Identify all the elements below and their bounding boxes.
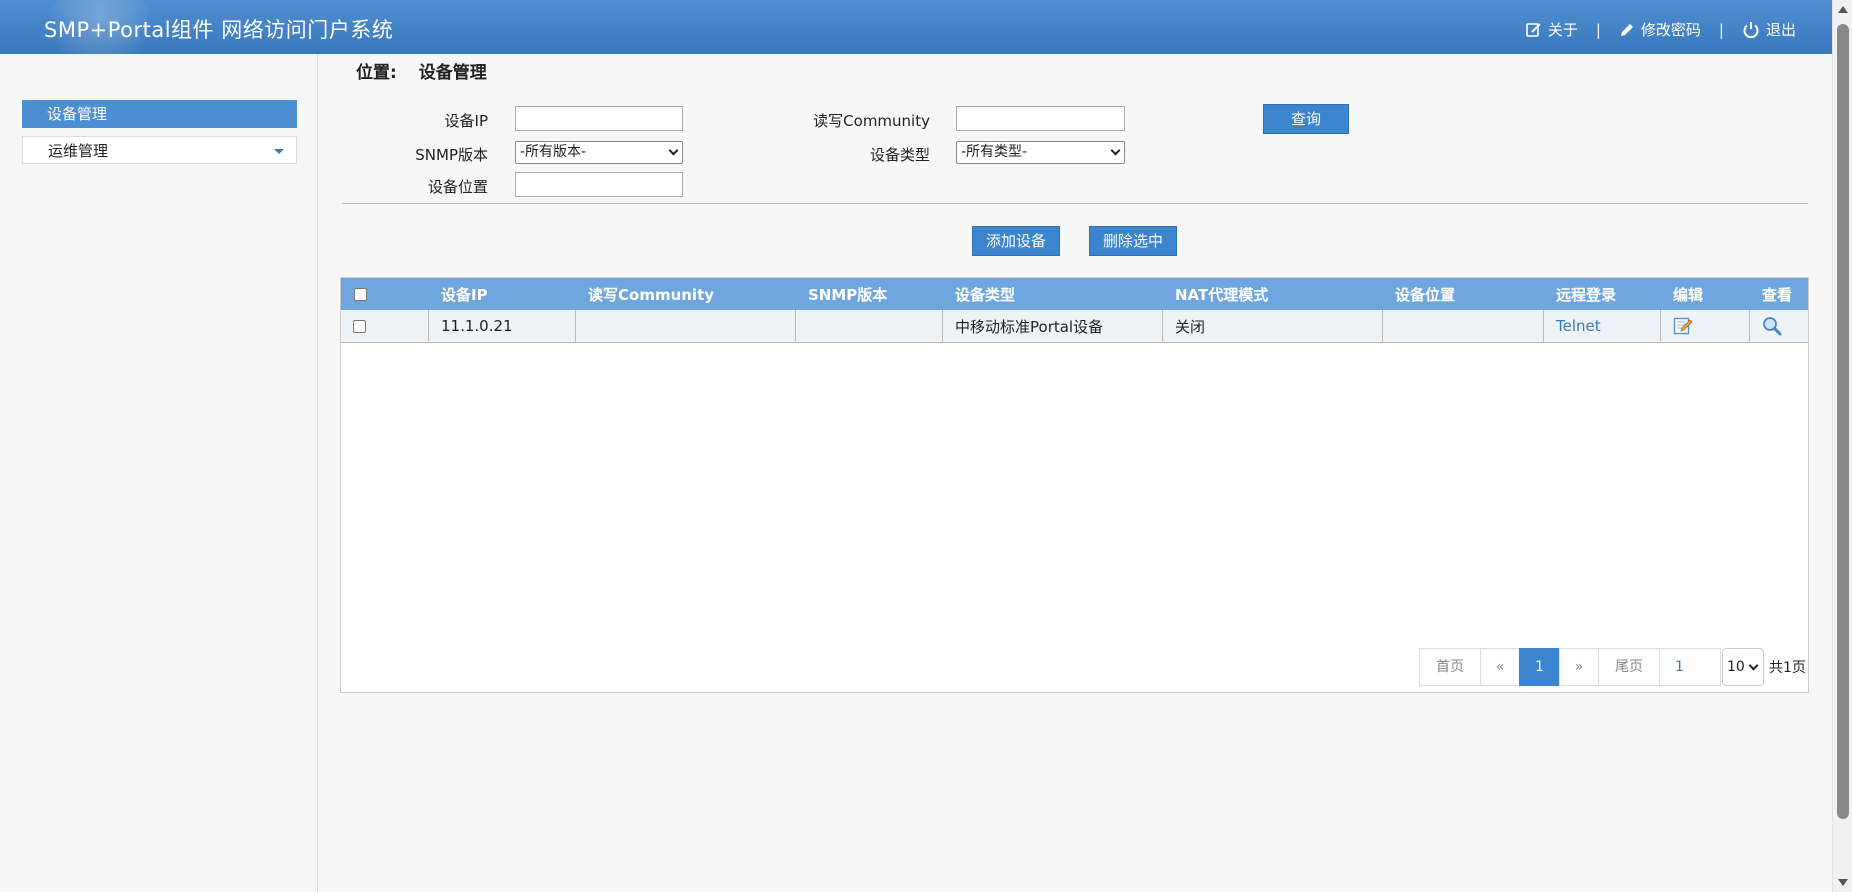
snmp-version-label: SNMP版本: [415, 146, 488, 164]
header-separator: |: [1718, 20, 1724, 39]
table-header: 设备IP 读写Community SNMP版本 设备类型 NAT代理模式 设备位…: [341, 278, 1808, 310]
page-size-value: 10: [1727, 659, 1745, 675]
page-number-input[interactable]: 1: [1659, 648, 1721, 686]
caret-down-icon: [274, 149, 284, 154]
cell-snmp: [796, 310, 943, 342]
header-links: 关于 | 修改密码 | 退出: [1526, 19, 1796, 40]
chevron-down-icon: [668, 145, 679, 156]
column-header-ip[interactable]: 设备IP: [429, 278, 576, 310]
sidebar-item-maintenance[interactable]: 运维管理: [22, 136, 297, 164]
community-input[interactable]: [956, 106, 1125, 131]
telnet-link[interactable]: Telnet: [1556, 317, 1601, 335]
current-page-button[interactable]: 1: [1519, 648, 1560, 686]
device-type-value: -所有类型-: [961, 144, 1028, 160]
chevron-down-icon: [1748, 660, 1759, 671]
breadcrumb: 位置: 设备管理: [356, 58, 487, 83]
column-header-remote: 远程登录: [1556, 285, 1617, 304]
column-header-view: 查看: [1762, 285, 1793, 304]
total-pages: 共1页: [1769, 660, 1806, 676]
pencil-icon: [1620, 23, 1633, 36]
breadcrumb-current: 设备管理: [418, 63, 487, 83]
column-header-type[interactable]: 设备类型: [943, 278, 1163, 310]
power-icon: [1743, 21, 1759, 38]
cell-community: [576, 310, 796, 342]
logout-label: 退出: [1765, 21, 1796, 39]
next-page-button[interactable]: »: [1559, 648, 1599, 686]
chevron-down-icon: [1110, 145, 1121, 156]
scroll-thumb[interactable]: [1837, 24, 1849, 819]
column-header-location[interactable]: 设备位置: [1383, 278, 1544, 310]
about-link[interactable]: 关于: [1526, 19, 1578, 40]
scroll-up-icon[interactable]: [1838, 6, 1848, 13]
about-icon: [1526, 22, 1541, 37]
breadcrumb-label: 位置:: [356, 63, 397, 83]
column-header-community[interactable]: 读写Community: [576, 278, 796, 310]
device-type-select[interactable]: -所有类型-: [956, 141, 1125, 164]
top-header: SMP+Portal组件 网络访问门户系统 关于 | 修改密码 | 退出: [0, 0, 1832, 60]
pagination: 首页 « 1 » 尾页 1 10 共1页: [1419, 648, 1806, 686]
device-location-label: 设备位置: [427, 178, 488, 196]
device-table: 设备IP 读写Community SNMP版本 设备类型 NAT代理模式 设备位…: [340, 277, 1809, 693]
snmp-version-select[interactable]: -所有版本-: [515, 141, 683, 164]
change-password-link[interactable]: 修改密码: [1619, 19, 1701, 40]
cell-ip: 11.1.0.21: [429, 310, 576, 342]
scroll-down-icon[interactable]: [1838, 879, 1848, 886]
prev-page-button[interactable]: «: [1480, 648, 1520, 686]
sidebar-item-label: 运维管理: [48, 142, 109, 160]
magnifier-icon[interactable]: [1762, 316, 1782, 336]
divider: [342, 203, 1808, 204]
cell-location: [1383, 310, 1544, 342]
cell-type: 中移动标准Portal设备: [943, 310, 1163, 342]
first-page-button[interactable]: 首页: [1419, 648, 1481, 686]
row-checkbox[interactable]: [353, 319, 366, 333]
column-header-edit: 编辑: [1673, 285, 1704, 304]
device-location-input[interactable]: [515, 172, 683, 197]
snmp-version-value: -所有版本-: [520, 144, 587, 160]
query-button[interactable]: 查询: [1263, 104, 1349, 134]
page-size-select[interactable]: 10: [1722, 648, 1764, 686]
sidebar-item-device-management[interactable]: 设备管理: [22, 100, 297, 128]
about-label: 关于: [1547, 21, 1578, 39]
app-title: SMP+Portal组件 网络访问门户系统: [44, 18, 394, 42]
device-ip-label: 设备IP: [444, 112, 488, 130]
device-type-label: 设备类型: [869, 146, 930, 164]
cell-nat: 关闭: [1163, 310, 1383, 342]
logout-link[interactable]: 退出: [1742, 19, 1796, 40]
vertical-scrollbar[interactable]: [1832, 0, 1852, 892]
community-label: 读写Community: [813, 112, 930, 130]
header-separator: |: [1595, 20, 1601, 39]
device-ip-input[interactable]: [515, 106, 683, 131]
table-row: 11.1.0.21 中移动标准Portal设备 关闭 Telnet: [341, 310, 1808, 343]
edit-icon[interactable]: [1673, 316, 1693, 336]
column-header-snmp[interactable]: SNMP版本: [796, 278, 943, 310]
sidebar: 设备管理 运维管理: [0, 54, 318, 892]
last-page-button[interactable]: 尾页: [1598, 648, 1660, 686]
change-password-label: 修改密码: [1640, 21, 1701, 39]
delete-selected-button[interactable]: 删除选中: [1089, 226, 1177, 256]
add-device-button[interactable]: 添加设备: [972, 226, 1060, 256]
column-header-nat[interactable]: NAT代理模式: [1163, 278, 1383, 310]
select-all-checkbox[interactable]: [354, 287, 367, 301]
